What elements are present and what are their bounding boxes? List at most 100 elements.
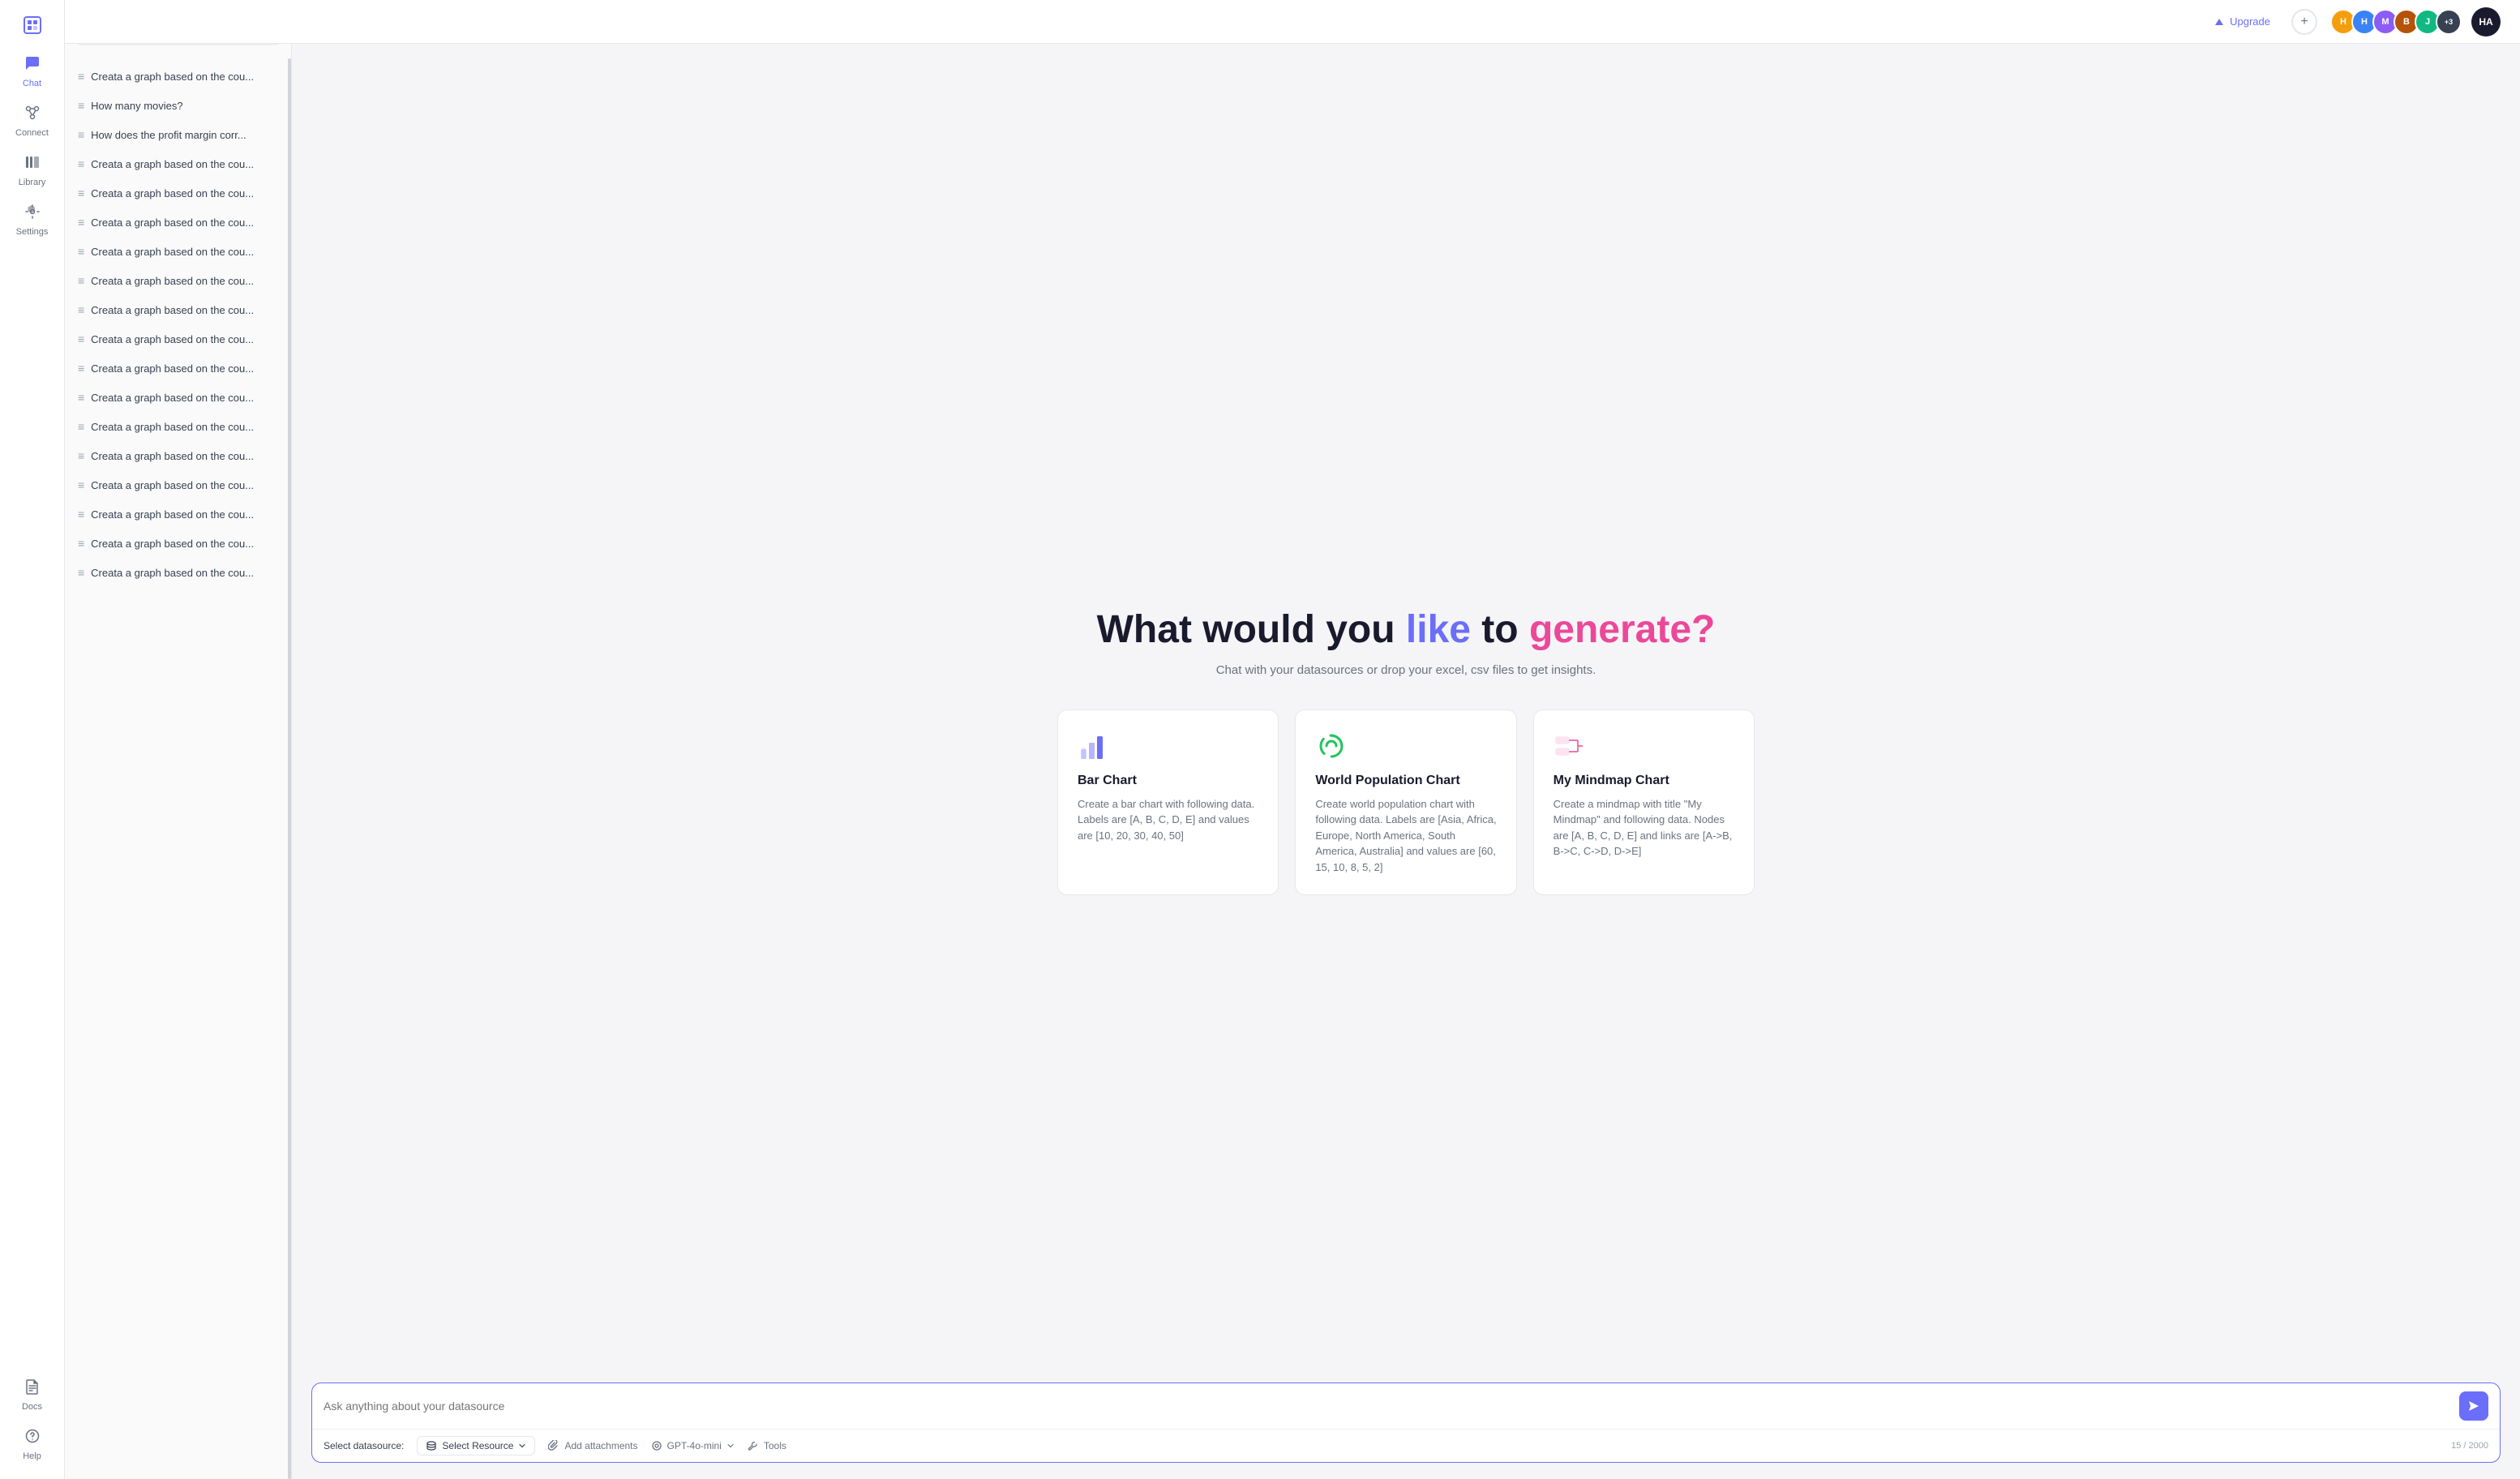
- chat-history-item[interactable]: ≡Creata a graph based on the cou...: [71, 295, 285, 324]
- team-avatar: +3: [2436, 9, 2462, 35]
- datasource-select[interactable]: Select Resource: [417, 1436, 535, 1455]
- bar-chart-icon: [1078, 730, 1110, 762]
- chat-item-icon: ≡: [78, 566, 84, 579]
- logo-icon: [24, 16, 41, 34]
- chat-history-item[interactable]: ≡How does the profit margin corr...: [71, 120, 285, 149]
- attachment-icon: [548, 1440, 559, 1451]
- tools-icon: [748, 1440, 759, 1451]
- avatar-group: HHMBJ+3: [2330, 9, 2462, 35]
- chat-item-icon: ≡: [78, 99, 84, 112]
- chat-item-icon: ≡: [78, 478, 84, 491]
- chat-item-icon: ≡: [78, 391, 84, 404]
- chat-item-icon: ≡: [78, 128, 84, 141]
- world-population-card[interactable]: World Population Chart Create world popu…: [1295, 709, 1516, 896]
- chat-item-icon: ≡: [78, 157, 84, 170]
- sidebar-item-docs[interactable]: Docs: [0, 1370, 64, 1420]
- chat-history-item[interactable]: ≡Creata a graph based on the cou...: [71, 237, 285, 266]
- chat-item-icon: ≡: [78, 420, 84, 433]
- sidebar-item-help[interactable]: Help: [0, 1420, 64, 1469]
- sidebar-item-library[interactable]: Library: [0, 146, 64, 195]
- chat-history-item[interactable]: ≡Creata a graph based on the cou...: [71, 354, 285, 383]
- chat-item-icon: ≡: [78, 332, 84, 345]
- left-navigation: Chat Connect Library: [0, 0, 65, 1479]
- hero-title: What would you like to generate?: [1097, 607, 1716, 654]
- world-population-description: Create world population chart with follo…: [1315, 796, 1496, 876]
- docs-icon: [24, 1378, 41, 1399]
- hero-section: What would you like to generate? Chat wi…: [292, 88, 2520, 1479]
- world-population-icon: [1315, 730, 1348, 762]
- tools-button[interactable]: Tools: [748, 1440, 786, 1451]
- add-member-button[interactable]: +: [2291, 9, 2317, 35]
- chat-history-item[interactable]: ≡Creata a graph based on the cou...: [71, 441, 285, 470]
- chat-input[interactable]: [324, 1400, 2451, 1413]
- chat-history-item[interactable]: ≡Creata a graph based on the cou...: [71, 266, 285, 295]
- top-bar: Upgrade + HHMBJ+3 HA: [65, 0, 2520, 44]
- chat-sidebar: + Start Chat ≡Creata a graph based on th…: [65, 0, 292, 1479]
- chat-input-area: Select datasource: Select Resource: [292, 1370, 2520, 1479]
- sidebar-item-connect[interactable]: Connect: [0, 96, 64, 146]
- sidebar-item-chat[interactable]: Chat: [0, 47, 64, 96]
- bar-chart-description: Create a bar chart with following data. …: [1078, 796, 1258, 844]
- input-row: [312, 1383, 2500, 1429]
- datasource-label: Select datasource:: [324, 1440, 404, 1451]
- chat-history-item[interactable]: ≡Creata a graph based on the cou...: [71, 470, 285, 499]
- chat-item-icon: ≡: [78, 537, 84, 550]
- mindmap-card[interactable]: My Mindmap Chart Create a mindmap with t…: [1533, 709, 1755, 896]
- chat-history-item[interactable]: ≡Creata a graph based on the cou...: [71, 178, 285, 208]
- mindmap-icon: [1554, 730, 1586, 762]
- model-selector[interactable]: GPT-4o-mini: [651, 1440, 735, 1451]
- chat-item-icon: ≡: [78, 274, 84, 287]
- settings-icon: [24, 204, 41, 224]
- hero-subtitle: Chat with your datasources or drop your …: [1216, 663, 1596, 677]
- bar-chart-card[interactable]: Bar Chart Create a bar chart with follow…: [1057, 709, 1279, 896]
- chat-item-icon: ≡: [78, 449, 84, 462]
- chat-history-item[interactable]: ≡Creata a graph based on the cou...: [71, 558, 285, 587]
- mindmap-title: My Mindmap Chart: [1554, 774, 1734, 788]
- chat-item-icon: ≡: [78, 216, 84, 229]
- chat-history-item[interactable]: ≡Creata a graph based on the cou...: [71, 324, 285, 354]
- chat-history-item[interactable]: ≡How many movies?: [71, 91, 285, 120]
- send-icon: [2467, 1400, 2480, 1413]
- nav-settings-label: Settings: [16, 227, 49, 237]
- add-attachments-button[interactable]: Add attachments: [548, 1440, 637, 1451]
- world-population-title: World Population Chart: [1315, 774, 1496, 788]
- sidebar-item-settings[interactable]: Settings: [0, 195, 64, 245]
- user-avatar[interactable]: HA: [2471, 7, 2501, 36]
- input-toolbar: Select datasource: Select Resource: [312, 1429, 2500, 1462]
- mindmap-description: Create a mindmap with title "My Mindmap"…: [1554, 796, 1734, 860]
- chat-history-item[interactable]: ≡Creata a graph based on the cou...: [71, 208, 285, 237]
- chat-history-list: ≡Creata a graph based on the cou...≡How …: [65, 58, 291, 1479]
- chat-item-icon: ≡: [78, 362, 84, 375]
- connect-icon: [24, 105, 41, 125]
- chat-history-item[interactable]: ≡Creata a graph based on the cou...: [71, 149, 285, 178]
- chat-item-icon: ≡: [78, 245, 84, 258]
- nav-help-label: Help: [23, 1451, 41, 1461]
- chat-item-icon: ≡: [78, 303, 84, 316]
- upgrade-button[interactable]: Upgrade: [2202, 11, 2282, 32]
- upgrade-icon: [2214, 16, 2225, 28]
- help-icon: [24, 1428, 41, 1448]
- input-box: Select datasource: Select Resource: [311, 1383, 2501, 1463]
- chat-history-item[interactable]: ≡Creata a graph based on the cou...: [71, 62, 285, 91]
- chat-history-item[interactable]: ≡Creata a graph based on the cou...: [71, 412, 285, 441]
- chevron-down-icon: [518, 1442, 526, 1450]
- chat-history-item[interactable]: ≡Creata a graph based on the cou...: [71, 499, 285, 529]
- database-icon: [426, 1440, 437, 1451]
- library-icon: [24, 154, 41, 174]
- datasource-placeholder: Select Resource: [442, 1440, 513, 1451]
- nav-connect-label: Connect: [15, 128, 49, 138]
- chat-item-icon: ≡: [78, 70, 84, 83]
- main-content-area: What would you like to generate? Chat wi…: [292, 88, 2520, 1479]
- chat-item-icon: ≡: [78, 508, 84, 521]
- nav-library-label: Library: [19, 178, 46, 187]
- suggestion-cards: Bar Chart Create a bar chart with follow…: [1057, 709, 1755, 896]
- model-chevron-icon: [726, 1442, 735, 1450]
- chat-history-item[interactable]: ≡Creata a graph based on the cou...: [71, 529, 285, 558]
- bar-chart-title: Bar Chart: [1078, 774, 1258, 788]
- char-counter: 15 / 2000: [2451, 1441, 2488, 1451]
- chat-item-icon: ≡: [78, 186, 84, 199]
- send-button[interactable]: [2459, 1391, 2488, 1421]
- model-icon: [651, 1440, 662, 1451]
- chat-history-item[interactable]: ≡Creata a graph based on the cou...: [71, 383, 285, 412]
- nav-docs-label: Docs: [22, 1402, 42, 1412]
